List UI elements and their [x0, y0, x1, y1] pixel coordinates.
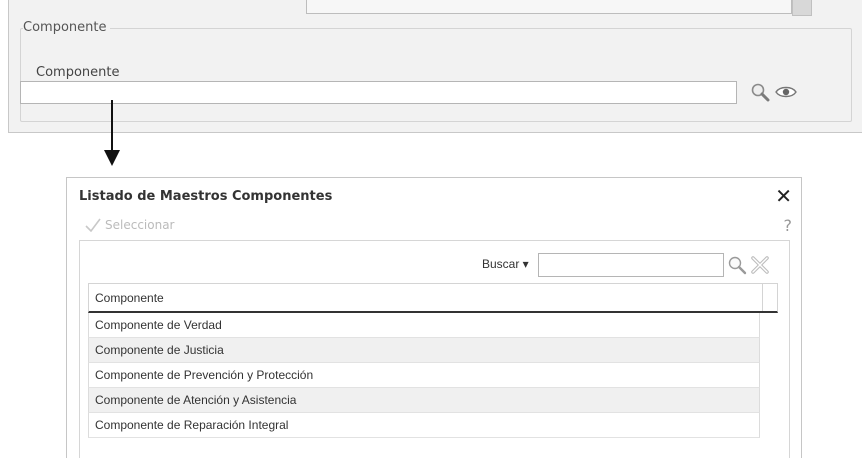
component-fieldset — [20, 28, 852, 122]
table-row[interactable]: Componente de Reparación Integral — [88, 413, 760, 438]
magnifier-icon[interactable] — [750, 82, 770, 102]
table-row[interactable]: Componente de Justicia — [88, 338, 760, 363]
fieldset-legend: Componente — [23, 20, 111, 35]
search-filter-dropdown[interactable]: Buscar ▾ — [482, 257, 529, 271]
table-row[interactable]: Componente de Prevención y Protección — [88, 363, 760, 388]
table-row[interactable]: Componente de Verdad — [88, 313, 760, 338]
table-row[interactable]: Componente de Atención y Asistencia — [88, 388, 760, 413]
search-input[interactable] — [538, 253, 724, 277]
component-field-label: Componente — [36, 65, 120, 80]
eye-icon[interactable] — [775, 84, 797, 100]
checkmark-icon — [85, 218, 101, 232]
select-button[interactable]: Seleccionar — [85, 218, 174, 232]
down-arrow-connector — [104, 100, 120, 166]
column-header-componente[interactable]: Componente — [88, 283, 778, 313]
magnifier-icon[interactable] — [727, 255, 747, 275]
upper-scroll-handle[interactable] — [792, 0, 812, 16]
component-input[interactable] — [20, 81, 737, 104]
header-divider — [762, 284, 763, 311]
row-label: Componente de Reparación Integral — [95, 418, 289, 432]
dialog-title: Listado de Maestros Componentes — [79, 189, 333, 204]
help-icon[interactable]: ? — [784, 216, 793, 235]
close-icon[interactable]: ✕ — [775, 186, 792, 206]
upper-field-strip[interactable] — [306, 0, 792, 14]
column-header-label: Componente — [95, 290, 164, 305]
select-button-label: Seleccionar — [105, 218, 175, 232]
row-label: Componente de Atención y Asistencia — [95, 393, 297, 407]
component-grid: Componente Componente de Verdad Componen… — [88, 283, 778, 438]
row-label: Componente de Justicia — [95, 343, 224, 357]
row-label: Componente de Verdad — [95, 318, 222, 332]
row-label: Componente de Prevención y Protección — [95, 368, 314, 382]
clear-x-icon[interactable] — [750, 255, 770, 275]
